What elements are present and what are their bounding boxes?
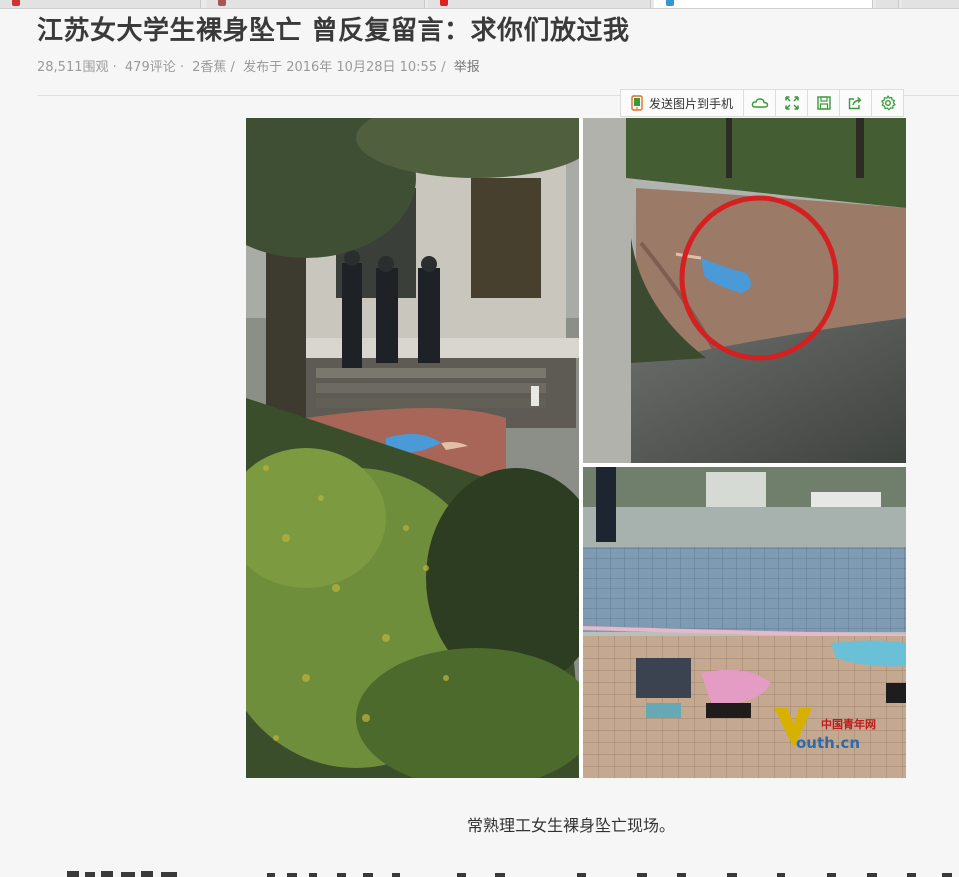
browser-tab-strip [0,0,959,9]
image-toolbar: 发送图片到手机 [620,89,905,117]
publish-date: 发布于 2016年 10月28日 10:55 / [243,60,446,75]
next-paragraph-fragment [67,871,952,877]
save-icon [816,96,831,110]
tab-favicon-icon [12,0,20,6]
browser-tab[interactable] [206,0,425,8]
new-tab-button[interactable] [876,0,899,8]
browser-tab[interactable] [428,0,651,8]
settings-button[interactable] [872,90,903,116]
fullscreen-button[interactable] [776,90,809,116]
send-to-phone-label: 发送图片到手机 [649,96,734,111]
browser-tab[interactable] [0,0,201,8]
article-meta: 28,511围观 · 479评论 · 2香蕉 / 发布于 2016年 10月28… [37,56,484,75]
photo-bottom-right-panel: 中国青年网 outh.cn [582,467,906,778]
tab-favicon-icon [666,0,674,6]
article-title: 江苏女大学生裸身坠亡 曾反复留言：求你们放过我 [37,16,630,46]
send-to-phone-button[interactable]: 发送图片到手机 [621,90,745,116]
phone-icon [631,95,643,111]
comment-count[interactable]: 479评论 · [125,60,184,75]
banana-count: 2香蕉 / [192,60,235,75]
cloud-button[interactable] [744,90,777,116]
share-icon [848,96,862,110]
tab-favicon-icon [218,0,226,6]
tab-favicon-icon [440,0,448,6]
browser-tab[interactable] [902,0,959,8]
watermark-text: outh.cn [796,734,860,752]
watermark-brand: 中国青年网 [821,717,876,731]
cloud-icon [751,98,768,108]
photo-left-panel [246,118,606,778]
save-button[interactable] [808,90,841,116]
fullscreen-icon [784,96,799,110]
view-count: 28,511围观 · [37,60,117,75]
share-button[interactable] [840,90,873,116]
photo-top-right-panel [583,118,906,463]
report-link[interactable]: 举报 [454,60,480,75]
settings-icon [880,95,896,111]
photo-caption: 常熟理工女生裸身坠亡现场。 [466,816,675,835]
article-photo[interactable]: 中国青年网 outh.cn [246,118,906,778]
browser-tab-active[interactable] [654,0,873,8]
